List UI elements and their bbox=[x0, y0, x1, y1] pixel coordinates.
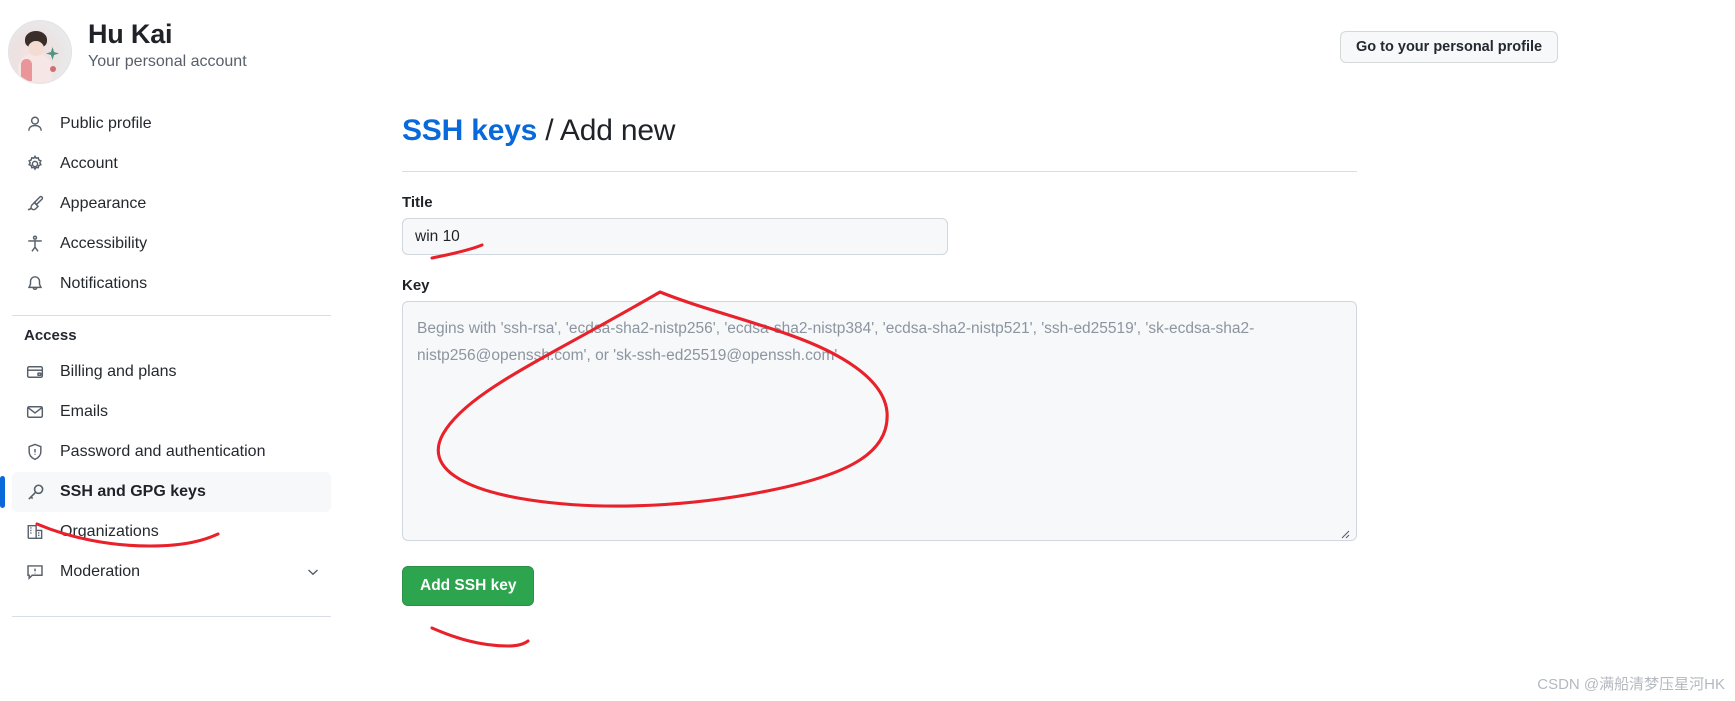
settings-sidebar: Public profile Account Appearance Access… bbox=[0, 104, 345, 701]
sidebar-item-label: Billing and plans bbox=[60, 363, 177, 380]
credit-card-icon bbox=[24, 362, 46, 382]
chevron-down-icon[interactable] bbox=[305, 564, 321, 580]
shield-lock-icon bbox=[24, 442, 46, 462]
user-name: Hu Kai bbox=[88, 19, 173, 49]
go-to-personal-profile-button[interactable]: Go to your personal profile bbox=[1340, 31, 1559, 63]
watermark: CSDN @满船清梦压星河HK bbox=[1537, 676, 1725, 693]
avatar-dot-motif bbox=[50, 66, 56, 72]
sidebar-item-billing-and-plans[interactable]: Billing and plans bbox=[12, 352, 331, 392]
sidebar-divider bbox=[12, 315, 331, 316]
sidebar-item-label: Moderation bbox=[60, 563, 141, 580]
sidebar-item-label: SSH and GPG keys bbox=[60, 483, 206, 500]
sidebar-item-label: Account bbox=[60, 155, 118, 172]
key-field-label: Key bbox=[402, 277, 430, 294]
sidebar-item-label: Password and authentication bbox=[60, 443, 266, 460]
sidebar-item-label: Emails bbox=[60, 403, 109, 420]
sidebar-group-title-access: Access bbox=[24, 327, 77, 344]
mail-icon bbox=[24, 402, 46, 422]
sidebar-item-label: Notifications bbox=[60, 275, 148, 292]
accessibility-icon bbox=[24, 234, 46, 254]
person-icon bbox=[24, 114, 46, 134]
sidebar-item-label: Accessibility bbox=[60, 235, 148, 252]
organization-icon bbox=[24, 522, 46, 542]
report-icon bbox=[24, 562, 46, 582]
title-field-label: Title bbox=[402, 194, 433, 211]
sidebar-item-accessibility[interactable]: Accessibility bbox=[12, 224, 331, 264]
key-textarea-wrapper bbox=[402, 301, 1357, 546]
breadcrumb-current: Add new bbox=[559, 114, 676, 147]
title-divider bbox=[402, 171, 1357, 172]
sidebar-item-notifications[interactable]: Notifications bbox=[12, 264, 331, 304]
sidebar-item-organizations[interactable]: Organizations bbox=[12, 512, 331, 552]
sidebar-item-password-and-authentication[interactable]: Password and authentication bbox=[12, 432, 331, 472]
paintbrush-icon bbox=[24, 194, 46, 214]
key-textarea[interactable] bbox=[402, 301, 1357, 541]
annotation-underline-button bbox=[430, 626, 530, 648]
avatar-accent bbox=[21, 59, 32, 81]
bell-icon bbox=[24, 274, 46, 294]
sidebar-item-label: Organizations bbox=[60, 523, 159, 540]
sidebar-item-label: Public profile bbox=[60, 115, 152, 132]
sidebar-item-moderation[interactable]: Moderation bbox=[12, 552, 331, 592]
page-title: SSH keys / Add new bbox=[402, 104, 1402, 151]
breadcrumb-separator: / bbox=[537, 114, 560, 147]
key-icon bbox=[24, 482, 46, 502]
gear-icon bbox=[24, 154, 46, 174]
sidebar-item-public-profile[interactable]: Public profile bbox=[12, 104, 331, 144]
avatar-face bbox=[28, 41, 44, 56]
account-header: Hu Kai Your personal account Go to your … bbox=[0, 0, 1735, 104]
breadcrumb-link-ssh-keys[interactable]: SSH keys bbox=[402, 114, 537, 147]
title-input[interactable] bbox=[402, 218, 948, 255]
sidebar-item-account[interactable]: Account bbox=[12, 144, 331, 184]
main-content: SSH keys / Add new Title Key Add SSH key bbox=[402, 104, 1402, 606]
sidebar-item-label: Appearance bbox=[60, 195, 147, 212]
sidebar-item-emails[interactable]: Emails bbox=[12, 392, 331, 432]
sidebar-bottom-divider bbox=[12, 616, 331, 617]
user-subtitle: Your personal account bbox=[88, 53, 247, 70]
avatar[interactable] bbox=[8, 20, 72, 84]
sidebar-item-appearance[interactable]: Appearance bbox=[12, 184, 331, 224]
add-ssh-key-button[interactable]: Add SSH key bbox=[402, 566, 535, 606]
sidebar-item-ssh-and-gpg-keys[interactable]: SSH and GPG keys bbox=[0, 472, 331, 512]
settings-page: Hu Kai Your personal account Go to your … bbox=[0, 0, 1735, 701]
